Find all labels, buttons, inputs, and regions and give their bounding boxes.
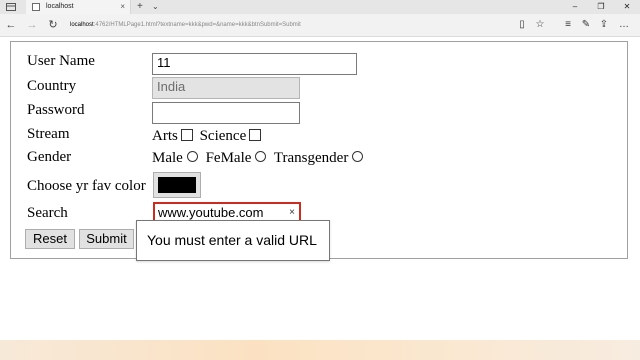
gender-group: Male FeMale Transgender	[152, 150, 367, 167]
color-label: Choose yr fav color	[27, 178, 146, 194]
color-picker[interactable]	[153, 172, 201, 198]
url-path: :4762/HTMLPage1.html?textname=kkk&pwd=&n…	[93, 22, 301, 28]
url-host: localhost	[70, 22, 94, 28]
username-value: 11	[157, 55, 171, 70]
title-bar: localhost × + ⌄ – ❐ ✕	[0, 0, 640, 14]
validation-tooltip: You must enter a valid URL	[136, 220, 330, 261]
hub-icon[interactable]: ≡	[560, 17, 576, 33]
gender-label: Gender	[27, 149, 72, 165]
restore-icon[interactable]: ❐	[588, 0, 614, 14]
minimize-icon[interactable]: –	[562, 0, 588, 14]
country-input: India	[152, 77, 300, 99]
page-content: User Name 11 Country India Password Stre…	[0, 37, 640, 360]
gender-option-female-label: FeMale	[205, 150, 252, 166]
male-radio[interactable]	[186, 151, 198, 163]
navigation-bar: ← → ↻ localhost:4762/HTMLPage1.html?text…	[0, 14, 640, 37]
forward-icon[interactable]: →	[24, 17, 40, 33]
search-label: Search	[27, 205, 68, 221]
reading-view-icon[interactable]: ▯	[514, 17, 530, 33]
gender-option-transgender-label: Transgender	[273, 150, 349, 166]
close-tab-icon[interactable]: ×	[120, 1, 125, 13]
country-value: India	[157, 79, 186, 94]
arts-checkbox[interactable]	[180, 128, 193, 141]
back-icon[interactable]: ←	[3, 17, 19, 33]
gender-option-male-label: Male	[152, 150, 183, 166]
page-icon	[32, 3, 40, 11]
web-note-icon[interactable]: ✎	[578, 17, 594, 33]
share-icon[interactable]: ⇪	[596, 17, 612, 33]
username-input[interactable]: 11	[152, 53, 357, 75]
chevron-down-icon[interactable]: ⌄	[152, 0, 159, 14]
password-input[interactable]	[152, 102, 300, 124]
new-tab-icon[interactable]: +	[137, 0, 143, 14]
favorite-star-icon[interactable]: ☆	[532, 17, 548, 33]
stream-label: Stream	[27, 126, 70, 142]
address-bar[interactable]: localhost:4762/HTMLPage1.html?textname=k…	[70, 18, 510, 32]
tab-title: localhost	[46, 3, 74, 10]
stream-option-arts-label: Arts	[152, 128, 178, 144]
stream-group: Arts Science	[152, 128, 262, 145]
username-label: User Name	[27, 53, 95, 69]
stream-option-science-label: Science	[199, 128, 247, 144]
more-icon[interactable]: …	[616, 17, 632, 33]
female-radio[interactable]	[255, 151, 267, 163]
submit-button[interactable]: Submit	[79, 229, 134, 249]
country-label: Country	[27, 78, 77, 94]
browser-tab[interactable]: localhost ×	[26, 0, 131, 14]
color-swatch	[158, 177, 196, 193]
password-label: Password	[27, 102, 85, 118]
taskbar-strip	[0, 340, 640, 360]
reset-button[interactable]: Reset	[25, 229, 75, 249]
close-window-icon[interactable]: ✕	[614, 0, 640, 14]
transgender-radio[interactable]	[352, 151, 364, 163]
refresh-icon[interactable]: ↻	[45, 17, 61, 33]
science-checkbox[interactable]	[249, 128, 262, 141]
tabs-aside-icon[interactable]	[6, 3, 16, 11]
